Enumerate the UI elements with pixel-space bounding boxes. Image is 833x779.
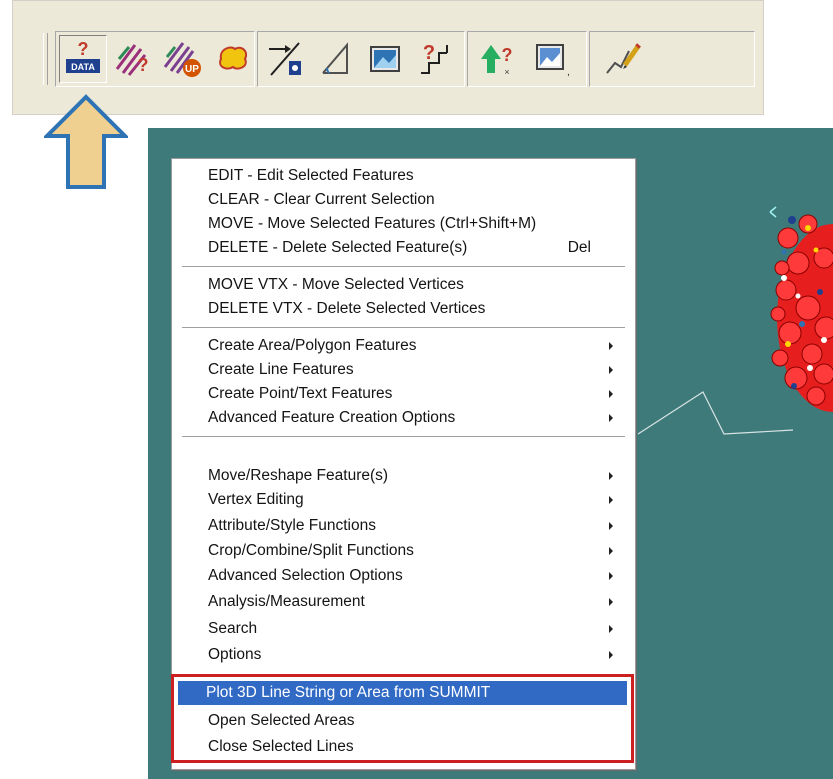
line-export-button[interactable] — [261, 35, 309, 83]
menu-item-crop-combine[interactable]: Crop/Combine/Split Functions — [180, 539, 627, 563]
submenu-arrow-icon — [609, 625, 613, 633]
menu-item-advanced-selection[interactable]: Advanced Selection Options — [180, 564, 627, 588]
menu-item-create-line[interactable]: Create Line Features — [180, 358, 627, 382]
angle-measure-icon — [322, 42, 348, 74]
submenu-arrow-icon — [609, 414, 613, 422]
blob-icon — [219, 46, 247, 70]
image-icon — [370, 46, 400, 72]
menu-item-analysis[interactable]: Analysis/Measurement — [180, 590, 627, 614]
menu-item-move-reshape[interactable]: Move/Reshape Feature(s) — [180, 464, 627, 488]
menu-separator — [182, 327, 625, 329]
menu-item-label: Analysis/Measurement — [208, 593, 365, 610]
menu-item-label: Create Area/Polygon Features — [208, 337, 417, 354]
hatch-up-icon: UP — [163, 42, 201, 77]
menu-item-label: EDIT - Edit Selected Features — [208, 167, 414, 184]
pencil-line-button[interactable] — [599, 35, 647, 83]
submenu-arrow-icon — [609, 472, 613, 480]
hatch-up-button[interactable]: UP — [159, 35, 207, 83]
menu-item-search[interactable]: Search — [180, 617, 627, 641]
data-button[interactable]: ? DATA — [59, 35, 107, 83]
menu-item-label: DELETE - Delete Selected Feature(s) — [208, 239, 468, 256]
svg-text:?: ? — [78, 39, 89, 59]
submenu-arrow-icon — [609, 651, 613, 659]
menu-item-shortcut: Del — [567, 239, 591, 256]
menu-item-label: Create Point/Text Features — [208, 385, 393, 402]
svg-text:?: ? — [502, 45, 513, 65]
svg-text:,: , — [567, 67, 570, 78]
query-hatch-icon: ? — [115, 44, 149, 76]
submenu-arrow-icon — [609, 598, 613, 606]
menu-item-label: CLEAR - Clear Current Selection — [208, 191, 435, 208]
tree-query-button[interactable]: ? × — [473, 35, 521, 83]
menu-item-label: Create Line Features — [208, 361, 354, 378]
menu-item-label: MOVE VTX - Move Selected Vertices — [208, 276, 464, 293]
menu-item-create-point[interactable]: Create Point/Text Features — [180, 382, 627, 406]
menu-item-edit[interactable]: EDIT - Edit Selected Features — [180, 164, 627, 188]
image-dropdown-button[interactable]: , — [529, 35, 577, 83]
menu-item-delete[interactable]: DELETE - Delete Selected Feature(s) Del — [180, 236, 627, 260]
menu-item-label: Advanced Feature Creation Options — [208, 409, 456, 426]
submenu-arrow-icon — [609, 390, 613, 398]
selected-point-cluster — [769, 206, 833, 412]
angle-measure-button[interactable] — [311, 35, 359, 83]
menu-item-move[interactable]: MOVE - Move Selected Features (Ctrl+Shif… — [180, 212, 627, 236]
menu-item-label: Move/Reshape Feature(s) — [208, 467, 389, 484]
menu-item-attribute-style[interactable]: Attribute/Style Functions — [180, 514, 627, 538]
annotation-arrow — [44, 94, 128, 189]
submenu-arrow-icon — [609, 366, 613, 374]
menu-item-label: Search — [208, 620, 258, 637]
annotation-highlight-box — [171, 674, 634, 763]
menu-separator — [182, 436, 625, 438]
menu-separator — [182, 266, 625, 268]
menu-item-label: DELETE VTX - Delete Selected Vertices — [208, 300, 486, 317]
submenu-arrow-icon — [609, 547, 613, 555]
menu-item-advanced-creation[interactable]: Advanced Feature Creation Options — [180, 406, 627, 430]
menu-item-label: Crop/Combine/Split Functions — [208, 542, 414, 559]
menu-item-label: Attribute/Style Functions — [208, 517, 376, 534]
image-dropdown-icon: , — [536, 44, 570, 78]
toolbar-grip[interactable] — [43, 33, 48, 85]
pencil-line-icon — [606, 43, 642, 74]
submenu-arrow-icon — [609, 496, 613, 504]
query-step-button[interactable]: ? — [411, 35, 459, 83]
submenu-arrow-icon — [609, 572, 613, 580]
query-hatch-button[interactable]: ? — [109, 35, 157, 83]
data-icon: ? DATA — [66, 39, 100, 73]
svg-text:UP: UP — [185, 64, 199, 75]
image-button[interactable] — [361, 35, 409, 83]
menu-item-delete-vtx[interactable]: DELETE VTX - Delete Selected Vertices — [180, 297, 627, 321]
svg-text:?: ? — [423, 42, 435, 64]
svg-text:?: ? — [138, 55, 149, 75]
menu-item-options[interactable]: Options — [180, 643, 627, 667]
menu-item-create-area[interactable]: Create Area/Polygon Features — [180, 334, 627, 358]
submenu-arrow-icon — [609, 342, 613, 350]
menu-item-vertex-editing[interactable]: Vertex Editing — [180, 488, 627, 512]
menu-item-label: Advanced Selection Options — [208, 567, 403, 584]
svg-text:DATA: DATA — [71, 62, 95, 72]
query-step-icon: ? — [421, 42, 448, 74]
menu-item-label: MOVE - Move Selected Features (Ctrl+Shif… — [208, 215, 537, 232]
menu-item-move-vtx[interactable]: MOVE VTX - Move Selected Vertices — [180, 273, 627, 297]
menu-item-clear[interactable]: CLEAR - Clear Current Selection — [180, 188, 627, 212]
submenu-arrow-icon — [609, 522, 613, 530]
tree-query-icon: ? × — [481, 45, 513, 77]
svg-text:×: × — [504, 67, 509, 77]
menu-item-label: Options — [208, 646, 262, 663]
line-export-icon — [269, 42, 301, 76]
menu-item-label: Vertex Editing — [208, 491, 304, 508]
line-feature — [637, 391, 794, 435]
blob-button[interactable] — [209, 35, 257, 83]
